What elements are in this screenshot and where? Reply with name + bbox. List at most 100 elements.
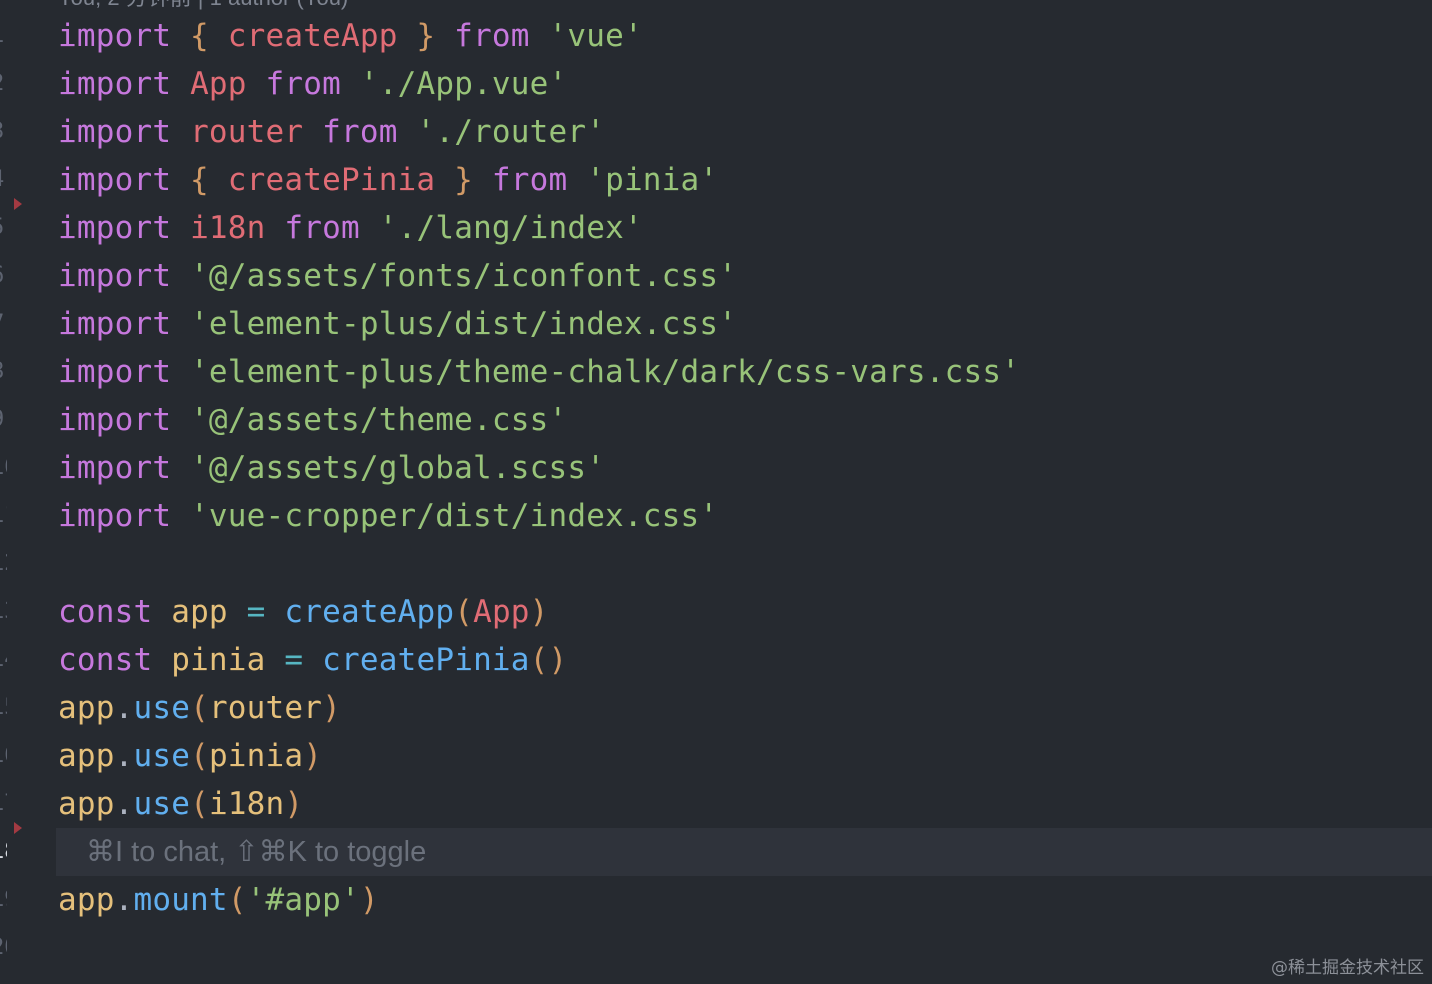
line-number: 18: [0, 832, 7, 872]
code-token: (: [190, 786, 209, 822]
code-token: ): [359, 882, 379, 918]
code-token: (: [190, 738, 209, 774]
code-token: import: [58, 450, 172, 486]
code-token: '@/assets/theme.css': [190, 402, 568, 438]
code-token: import: [58, 18, 172, 54]
code-token: ): [303, 738, 323, 774]
code-line[interactable]: const pinia = createPinia(): [58, 636, 567, 684]
code-token: import: [58, 306, 172, 342]
code-line[interactable]: import i18n from './lang/index': [58, 204, 643, 252]
code-line[interactable]: import App from './App.vue': [58, 60, 567, 108]
code-token: 'element-plus/dist/index.css': [190, 306, 738, 342]
code-token: ): [322, 690, 341, 726]
code-token: '@/assets/fonts/iconfont.css': [190, 258, 738, 294]
code-line[interactable]: import '@/assets/theme.css': [58, 396, 567, 444]
code-token: createPinia: [227, 162, 436, 198]
code-token: import: [58, 66, 172, 102]
git-blame-codelens[interactable]: You, 2 分钟前 | 1 author (You): [58, 0, 348, 10]
code-token: app: [58, 786, 115, 822]
line-number: 7: [0, 304, 7, 344]
code-token: import: [58, 354, 172, 390]
code-token: (: [454, 594, 474, 630]
code-line[interactable]: import 'element-plus/dist/index.css': [58, 300, 737, 348]
code-token: import: [58, 258, 172, 294]
code-token: router: [208, 690, 323, 726]
code-token: .: [114, 882, 134, 918]
code-token: '#app': [246, 882, 360, 918]
code-line[interactable]: app.use(pinia): [58, 732, 322, 780]
code-token: import: [58, 402, 172, 438]
code-token: }: [397, 18, 455, 54]
code-token: use: [133, 738, 191, 774]
line-number: 17: [0, 784, 7, 824]
code-token: ): [529, 594, 549, 630]
code-line[interactable]: import { createApp } from 'vue': [58, 12, 643, 60]
code-token: ): [284, 786, 304, 822]
git-change-marker-icon[interactable]: [14, 198, 22, 210]
line-number: 11: [0, 496, 7, 536]
code-line[interactable]: import '@/assets/fonts/iconfont.css': [58, 252, 737, 300]
code-token: mount: [133, 882, 228, 918]
code-token: router: [190, 114, 304, 150]
code-token: .: [114, 690, 134, 726]
code-token: '@/assets/global.scss': [190, 450, 606, 486]
code-token: import: [58, 162, 172, 198]
code-token: (: [227, 882, 247, 918]
code-token: const: [58, 642, 153, 678]
code-token: import: [58, 210, 172, 246]
code-line[interactable]: app.use(router): [58, 684, 341, 732]
code-token: }: [435, 162, 492, 198]
code-token: app: [171, 594, 228, 630]
code-token: use: [133, 690, 191, 726]
code-token: App: [190, 66, 247, 102]
code-token: from: [491, 162, 568, 198]
code-line[interactable]: import 'element-plus/theme-chalk/dark/cs…: [58, 348, 1020, 396]
code-token: use: [133, 786, 191, 822]
code-token: .: [114, 786, 134, 822]
line-number: 4: [0, 160, 7, 200]
code-editor[interactable]: You, 2 分钟前 | 1 author (You) 123456789101…: [0, 0, 1432, 984]
code-token: from: [454, 18, 530, 54]
code-line[interactable]: import router from './router': [58, 108, 605, 156]
code-line[interactable]: import '@/assets/global.scss': [58, 444, 605, 492]
code-token: .: [114, 738, 134, 774]
line-number: 16: [0, 736, 7, 776]
line-number: 15: [0, 688, 7, 728]
code-token: 'vue': [548, 18, 643, 54]
ai-inline-hint-row[interactable]: ⌘I to chat, ⇧⌘K to toggle: [56, 828, 1432, 876]
code-line[interactable]: app.use(i18n): [58, 780, 303, 828]
code-token: createPinia: [322, 642, 530, 678]
code-token: './lang/index': [378, 210, 643, 246]
line-number: 14: [0, 640, 7, 680]
code-token: app: [58, 738, 115, 774]
git-change-marker-icon[interactable]: [14, 822, 22, 834]
code-line[interactable]: const app = createApp(App): [58, 588, 549, 636]
code-token: from: [284, 210, 360, 246]
code-line[interactable]: app.mount('#app'): [58, 876, 379, 924]
code-token: from: [265, 66, 341, 102]
code-line[interactable]: import { createPinia } from 'pinia': [58, 156, 718, 204]
code-token: './router': [416, 114, 606, 150]
code-token: 'vue-cropper/dist/index.css': [190, 498, 719, 534]
code-line[interactable]: import 'vue-cropper/dist/index.css': [58, 492, 718, 540]
code-token: createApp: [227, 18, 398, 54]
line-number: 20: [0, 928, 7, 968]
